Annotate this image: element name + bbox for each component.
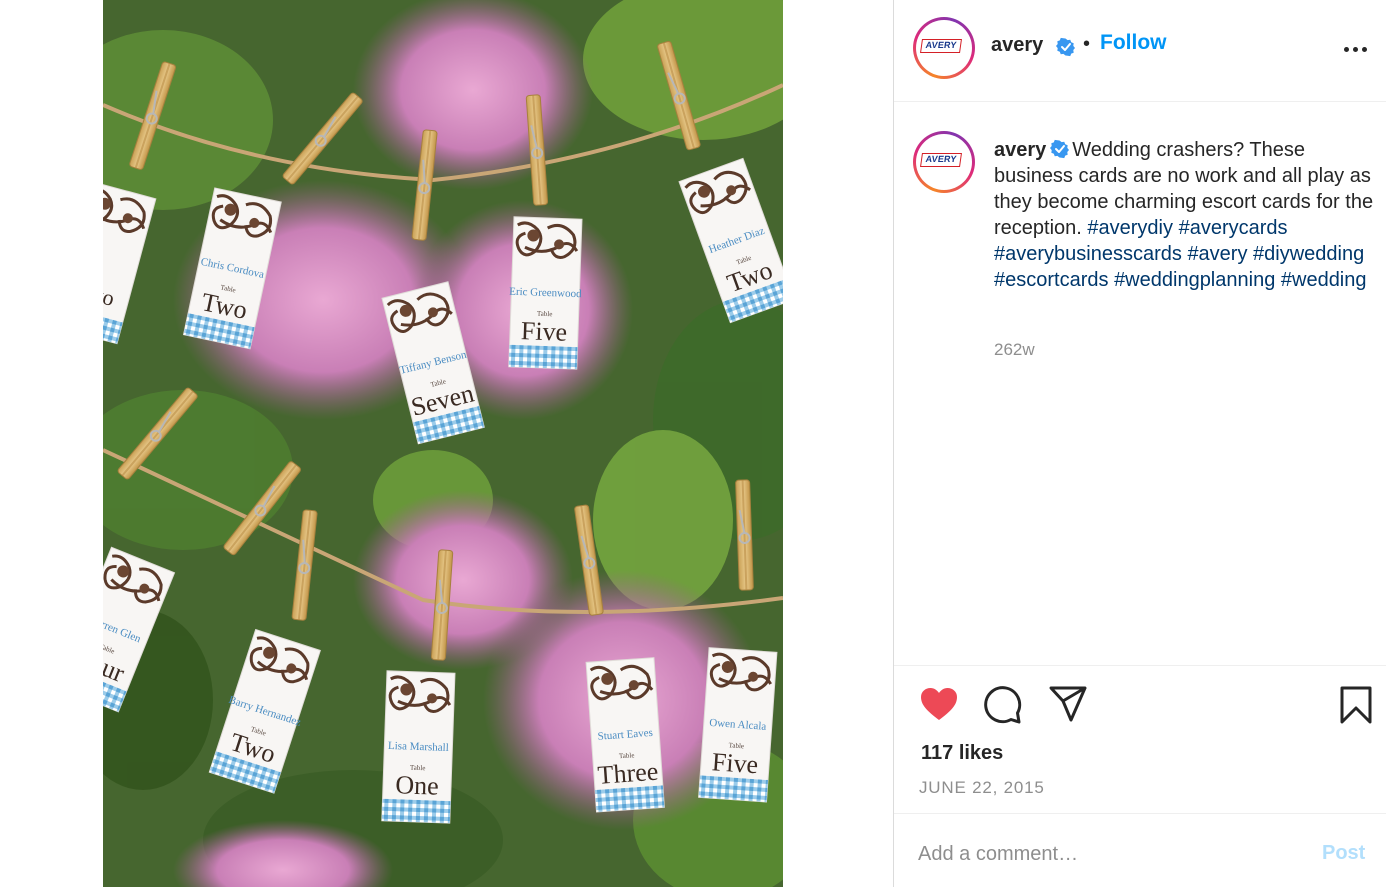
username-link[interactable]: avery <box>991 34 1043 57</box>
more-dot <box>1353 47 1358 52</box>
hashtag-link[interactable]: #averydiy <box>1087 217 1173 239</box>
avery-logo: AVERY <box>920 39 962 53</box>
post-side-panel: AVERY avery • Follow AVERY avery Wedding… <box>893 0 1386 887</box>
post-comment-button[interactable]: Post <box>1322 842 1365 865</box>
comment-box: Post <box>894 813 1386 887</box>
hashtag-link[interactable]: #averycards <box>1179 217 1288 239</box>
post-photo-illustration: Two Chris Cordova Table Two Tiffany Bens… <box>103 0 783 887</box>
post-header: AVERY avery • Follow <box>894 0 1386 102</box>
post-actions: 117 likes JUNE 22, 2015 <box>894 665 1386 813</box>
hashtag-link[interactable]: #averybusinesscards <box>994 243 1182 265</box>
comment-input[interactable] <box>918 840 1298 868</box>
bookmark-icon[interactable] <box>1340 686 1372 724</box>
more-dot <box>1362 47 1367 52</box>
post-photo[interactable]: Two Chris Cordova Table Two Tiffany Bens… <box>103 0 783 887</box>
photo-card-name-7: Lisa Marshall <box>388 740 449 754</box>
caption-avatar[interactable]: AVERY <box>913 131 975 193</box>
verified-badge-icon <box>1056 37 1075 57</box>
photo-card-number-7: One <box>395 770 439 800</box>
separator-dot: • <box>1083 33 1091 55</box>
likes-count[interactable]: 117 likes <box>921 742 1003 765</box>
caption-time-ago[interactable]: 262w <box>994 340 1035 360</box>
instagram-post-page: Two Chris Cordova Table Two Tiffany Bens… <box>0 0 1386 887</box>
hashtag-link[interactable]: #diywedding <box>1253 243 1364 265</box>
photo-card-number-3: Five <box>520 316 567 347</box>
hashtag-link[interactable]: #wedding <box>1281 269 1367 291</box>
verified-badge-icon <box>1050 139 1070 159</box>
photo-card-number-9: Five <box>711 747 759 779</box>
hashtag-link[interactable]: #escortcards <box>994 269 1109 291</box>
follow-button[interactable]: Follow <box>1100 31 1167 55</box>
more-dot <box>1344 47 1349 52</box>
caption-username[interactable]: avery <box>994 139 1046 161</box>
hashtag-link[interactable]: #weddingplanning <box>1114 269 1275 291</box>
post-caption: avery Wedding crashers? These business c… <box>994 137 1379 293</box>
photo-card-number-8: Three <box>597 757 660 790</box>
hashtag-link[interactable]: #avery <box>1187 243 1247 265</box>
more-options-icon[interactable] <box>1344 40 1368 58</box>
heart-filled-icon[interactable] <box>919 686 959 722</box>
comment-bubble-icon[interactable] <box>984 686 1022 724</box>
paper-plane-icon[interactable] <box>1049 686 1087 722</box>
photo-card-name-3: Eric Greenwood <box>509 286 582 301</box>
avatar[interactable]: AVERY <box>913 17 975 79</box>
post-date: JUNE 22, 2015 <box>919 778 1045 797</box>
avery-logo: AVERY <box>920 153 962 167</box>
